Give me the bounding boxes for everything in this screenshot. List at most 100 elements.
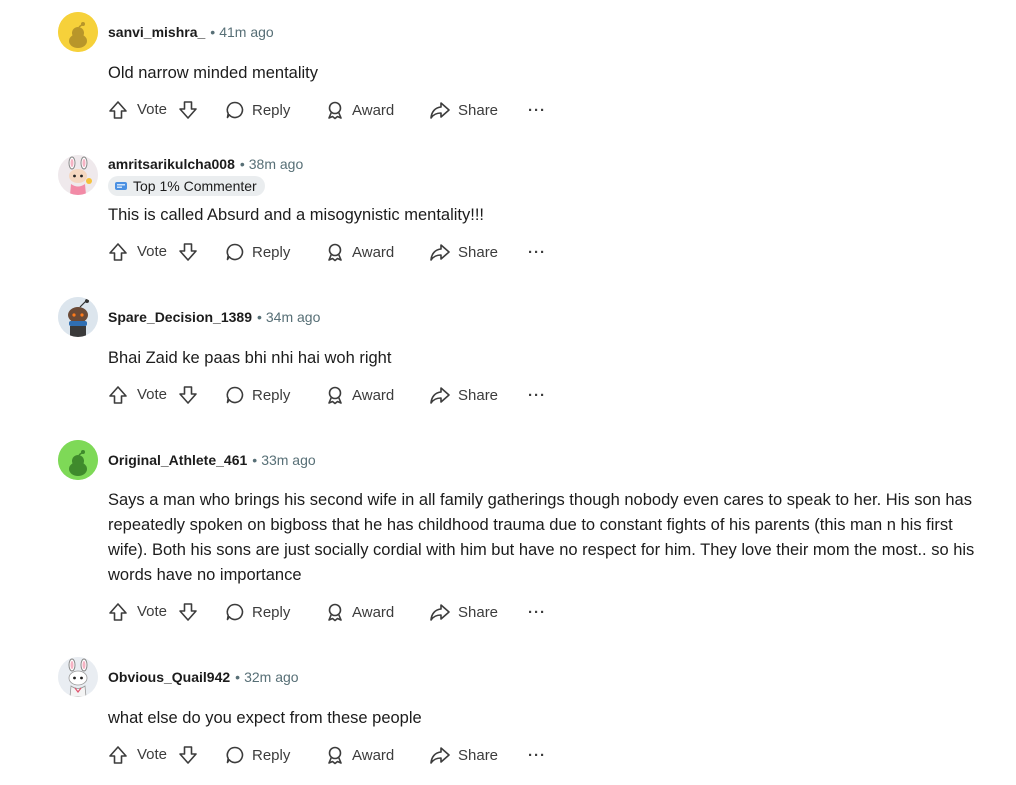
share-label: Share: [458, 603, 499, 621]
timestamp[interactable]: 38m ago: [249, 156, 303, 172]
avatar[interactable]: [58, 297, 98, 337]
share-button[interactable]: Share: [429, 383, 498, 407]
avatar[interactable]: [58, 440, 98, 480]
snoo-icon: [58, 440, 98, 480]
award-button[interactable]: Award: [325, 240, 394, 264]
comment-text: Says a man who brings his second wife in…: [108, 491, 975, 584]
share-icon: [430, 747, 450, 764]
more-options-icon: ···: [528, 746, 546, 764]
award-label: Award: [352, 386, 395, 404]
share-label: Share: [458, 386, 499, 404]
comment-meta: Original_Athlete_461 • 33m ago: [108, 450, 316, 470]
downvote-icon[interactable]: [178, 100, 198, 120]
vote-group: Vote: [108, 600, 200, 624]
meta-separator: •: [256, 309, 262, 325]
share-icon: [430, 387, 450, 404]
downvote-icon[interactable]: [178, 242, 198, 262]
timestamp[interactable]: 33m ago: [261, 452, 315, 468]
share-button[interactable]: Share: [429, 600, 498, 624]
timestamp[interactable]: 41m ago: [219, 24, 273, 40]
author-name[interactable]: Obvious_Quail942: [108, 669, 230, 685]
upvote-icon[interactable]: [108, 745, 128, 765]
meta-separator: •: [239, 156, 245, 172]
commenter-badge-icon: [115, 182, 127, 190]
vote-group: Vote: [108, 98, 200, 122]
comment-bubble-icon: [226, 243, 244, 261]
timestamp[interactable]: 32m ago: [244, 669, 298, 685]
award-button[interactable]: Award: [325, 98, 394, 122]
vote-label: Vote: [137, 101, 168, 118]
badge-label: Top 1% Commenter: [133, 178, 257, 194]
reply-label: Reply: [252, 386, 291, 404]
share-icon: [430, 604, 450, 621]
award-icon: [328, 746, 342, 765]
author-name[interactable]: Spare_Decision_1389: [108, 309, 252, 325]
downvote-icon[interactable]: [178, 602, 198, 622]
comment-meta: Spare_Decision_1389 • 34m ago: [108, 307, 320, 327]
reply-label: Reply: [252, 746, 291, 764]
more-options-button[interactable]: ···: [528, 240, 546, 264]
reply-button[interactable]: Reply: [225, 383, 290, 407]
timestamp[interactable]: 34m ago: [266, 309, 320, 325]
comment-text: what else do you expect from these peopl…: [108, 709, 422, 727]
avatar[interactable]: [58, 657, 98, 697]
avatar[interactable]: [58, 12, 98, 52]
award-button[interactable]: Award: [325, 383, 394, 407]
upvote-icon[interactable]: [108, 242, 128, 262]
award-icon: [328, 243, 342, 262]
vote-group: Vote: [108, 240, 200, 264]
more-options-button[interactable]: ···: [528, 600, 546, 624]
reply-label: Reply: [252, 603, 291, 621]
author-name[interactable]: amritsarikulcha008: [108, 156, 235, 172]
snoo-icon: [58, 12, 98, 52]
share-label: Share: [458, 746, 499, 764]
meta-separator: •: [252, 452, 258, 468]
award-button[interactable]: Award: [325, 600, 394, 624]
comment-text: Bhai Zaid ke paas bhi nhi hai woh right: [108, 349, 392, 367]
comment-text: Old narrow minded mentality: [108, 64, 319, 82]
comment-text: This is called Absurd and a misogynistic…: [108, 206, 484, 224]
comment-bubble-icon: [226, 101, 244, 119]
award-icon: [328, 386, 342, 405]
reply-button[interactable]: Reply: [225, 743, 290, 767]
reply-button[interactable]: Reply: [225, 98, 290, 122]
award-label: Award: [352, 746, 395, 764]
bunny-ears-avatar-icon: [58, 657, 98, 697]
more-options-icon: ···: [528, 243, 546, 261]
vote-label: Vote: [137, 386, 168, 403]
author-name[interactable]: Original_Athlete_461: [108, 452, 247, 468]
reply-button[interactable]: Reply: [225, 600, 290, 624]
downvote-icon[interactable]: [178, 745, 198, 765]
award-icon: [328, 603, 342, 622]
author-name[interactable]: sanvi_mishra_: [108, 24, 205, 40]
bunny-ears-avatar-icon: [58, 155, 98, 195]
share-button[interactable]: Share: [429, 98, 498, 122]
share-button[interactable]: Share: [429, 743, 498, 767]
downvote-icon[interactable]: [178, 385, 198, 405]
upvote-icon[interactable]: [108, 100, 128, 120]
more-options-icon: ···: [528, 603, 546, 621]
reply-label: Reply: [252, 101, 291, 119]
more-options-button[interactable]: ···: [528, 98, 546, 122]
scarf-snoo-avatar-icon: [58, 297, 98, 337]
comment-bubble-icon: [226, 386, 244, 404]
more-options-button[interactable]: ···: [528, 743, 546, 767]
comment-meta: amritsarikulcha008 • 38m ago: [108, 154, 303, 174]
award-button[interactable]: Award: [325, 743, 394, 767]
comment-bubble-icon: [226, 603, 244, 621]
reply-button[interactable]: Reply: [225, 240, 290, 264]
upvote-icon[interactable]: [108, 602, 128, 622]
comment-meta: Obvious_Quail942 • 32m ago: [108, 667, 299, 687]
more-options-button[interactable]: ···: [528, 383, 546, 407]
vote-group: Vote: [108, 383, 200, 407]
vote-group: Vote: [108, 743, 200, 767]
reply-label: Reply: [252, 243, 291, 261]
award-label: Award: [352, 243, 395, 261]
share-button[interactable]: Share: [429, 240, 498, 264]
award-label: Award: [352, 101, 395, 119]
more-options-icon: ···: [528, 386, 546, 404]
avatar[interactable]: [58, 155, 98, 195]
award-icon: [328, 101, 342, 120]
vote-label: Vote: [137, 243, 168, 260]
upvote-icon[interactable]: [108, 385, 128, 405]
